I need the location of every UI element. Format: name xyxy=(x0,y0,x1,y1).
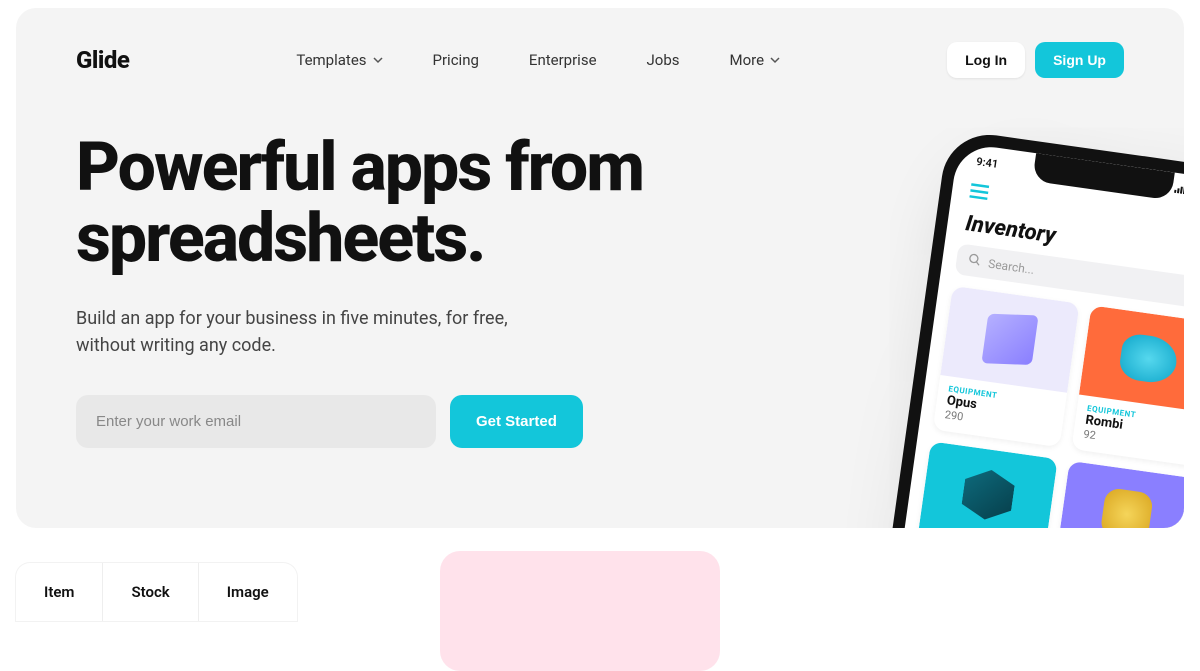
nav-pricing[interactable]: Pricing xyxy=(433,51,479,69)
hexagon-icon xyxy=(960,467,1016,523)
get-started-button[interactable]: Get Started xyxy=(450,395,583,448)
phone-time: 9:41 xyxy=(976,155,999,171)
search-placeholder: Search... xyxy=(987,256,1035,276)
app-card-grid: EQUIPMENT Opus 290 EQUIPMENT Rombi 92 xyxy=(897,284,1184,528)
hero-headline: Powerful apps from spreadsheets. xyxy=(76,132,776,275)
app-card[interactable]: EQUIPMENT Hobrox 256 xyxy=(911,441,1058,528)
cog-icon xyxy=(1100,487,1154,528)
nav-label: Jobs xyxy=(647,51,680,69)
hamburger-icon[interactable] xyxy=(969,179,992,206)
app-card[interactable]: EQUIPMENT Rombi 92 xyxy=(1071,305,1184,466)
login-button[interactable]: Log In xyxy=(947,42,1025,78)
app-card[interactable]: EQUIPMENT Opus 290 xyxy=(933,286,1080,447)
phone-mockup: 9:41 Edit Inv xyxy=(862,129,1184,528)
email-input[interactable] xyxy=(76,395,436,448)
table-header-image: Image xyxy=(199,563,297,621)
nav-label: Pricing xyxy=(433,51,479,69)
brand-logo[interactable]: Glide xyxy=(76,46,129,74)
blob-icon xyxy=(1118,332,1180,385)
signal-icon xyxy=(1174,183,1184,198)
nav-actions: Log In Sign Up xyxy=(947,42,1124,78)
nav-label: More xyxy=(730,51,765,69)
nav-jobs[interactable]: Jobs xyxy=(647,51,680,69)
nav-label: Enterprise xyxy=(529,51,597,69)
chevron-down-icon xyxy=(373,55,383,65)
search-icon xyxy=(968,253,982,270)
hero-subheadline: Build an app for your business in five m… xyxy=(76,305,516,359)
phone-status-icons xyxy=(1174,183,1184,204)
nav-links: Templates Pricing Enterprise Jobs More xyxy=(296,51,780,69)
nav-enterprise[interactable]: Enterprise xyxy=(529,51,597,69)
app-card[interactable]: EQUIPMENT Brixo xyxy=(1049,461,1184,528)
table-header-item: Item xyxy=(16,563,103,621)
card-image xyxy=(919,441,1058,528)
card-image xyxy=(1057,461,1184,528)
chevron-down-icon xyxy=(770,55,780,65)
nav-templates[interactable]: Templates xyxy=(296,51,382,69)
phone-screen: 9:41 Edit Inv xyxy=(876,142,1184,528)
spreadsheet-preview: Item Stock Image xyxy=(16,563,297,621)
nav-label: Templates xyxy=(296,51,366,69)
cube-icon xyxy=(981,314,1038,365)
top-nav: Glide Templates Pricing Enterprise Jobs … xyxy=(76,38,1124,82)
signup-button[interactable]: Sign Up xyxy=(1035,42,1124,78)
nav-more[interactable]: More xyxy=(730,51,781,69)
card-image xyxy=(940,286,1079,393)
decorative-blob xyxy=(440,551,720,671)
table-header-stock: Stock xyxy=(103,563,198,621)
hero-section: Glide Templates Pricing Enterprise Jobs … xyxy=(16,8,1184,528)
